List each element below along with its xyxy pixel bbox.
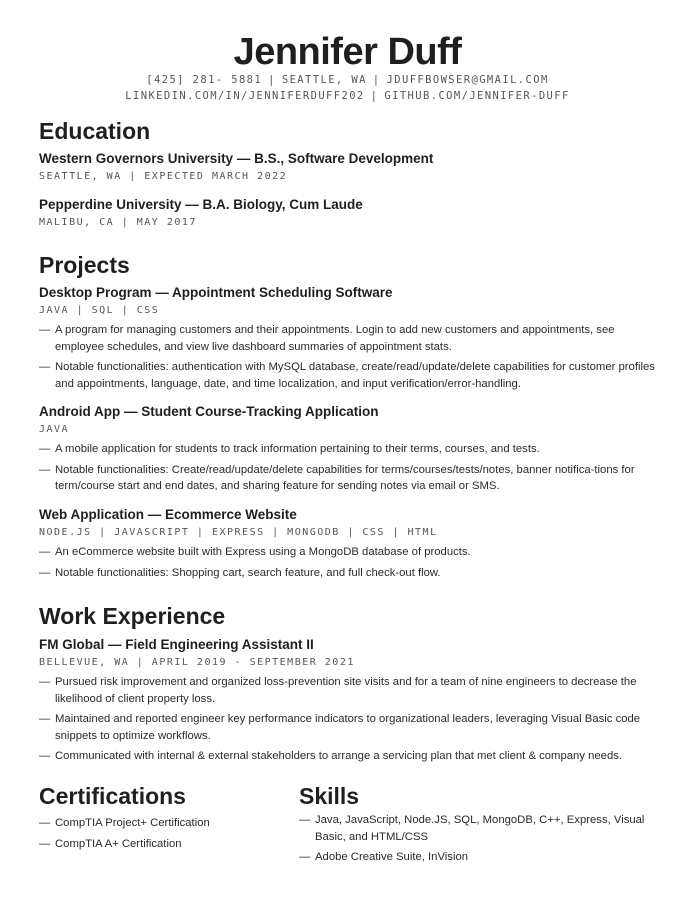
email-link[interactable]: JDUFFBOWSER@GMAIL.COM [387, 74, 549, 86]
education-entry-title: Pepperdine University — B.A. Biology, Cu… [39, 197, 363, 212]
project-bullets: — An eCommerce website built with Express… [39, 544, 659, 585]
job-title: FM Global — Field Engineering Assistant … [39, 637, 314, 652]
list-item: — An eCommerce website built with Express… [39, 546, 471, 558]
education-heading: Education [39, 118, 151, 144]
projects-heading: Projects [39, 252, 130, 278]
resume-page: Jennifer Duff [425] 281- 5881 | SEATTLE, W… [0, 0, 695, 901]
project-tech-stack: NODE.JS | JAVASCRIPT | EXPRESS | MONGODB… [39, 527, 438, 538]
work-experience-heading: Work Experience [39, 603, 226, 629]
certifications-list: — CompTIA Project+ Certification — CompTIA… [39, 815, 279, 856]
phone-number: [425] 281- 5881 [146, 74, 263, 86]
list-item: — A program for managing customers and th… [39, 324, 615, 353]
list-item: — Communicated with internal & external s… [39, 750, 623, 762]
education-entry-meta: SEATTLE, WA | EXPECTED MARCH 2022 [39, 171, 288, 182]
linkedin-link[interactable]: LINKEDIN.COM/IN/JENNIFERDUFF202 [125, 90, 364, 102]
github-link[interactable]: GITHUB.COM/JENNIFER-DUFF [384, 90, 569, 102]
job-bullets: — Pursued risk improvement and organized … [39, 674, 659, 769]
project-title: Desktop Program — Appointment Scheduling… [39, 285, 393, 300]
certifications-heading: Certifications [39, 783, 186, 809]
list-item: — A mobile application for students to tr… [39, 443, 540, 455]
list-item: — Adobe Creative Suite, InVision [299, 851, 469, 863]
project-bullets: — A program for managing customers and th… [39, 322, 659, 396]
list-item: — CompTIA A+ Certification [39, 837, 182, 850]
list-item: — Maintained and reported engineer key pe… [39, 713, 641, 742]
project-tech-stack: JAVA [39, 424, 70, 435]
list-item: — CompTIA Project+ Certification [39, 817, 210, 829]
list-item: — Notable functionalities: Create/read/up… [39, 463, 635, 493]
contact-line-2: LINKEDIN.COM/IN/JENNIFERDUFF202 | GITHUB.C… [125, 90, 570, 102]
contact-line-1: [425] 281- 5881 | SEATTLE, WA | JDUFFBOWSER@… [146, 74, 549, 86]
project-title: Web Application — Ecommerce Website [39, 507, 297, 522]
list-item: — Java, JavaScript, Node.JS, SQL, MongoDB… [299, 814, 645, 843]
list-item: — Pursued risk improvement and organized … [39, 676, 637, 705]
education-entry-title: Western Governors University — B.S., Sof… [39, 151, 434, 166]
list-item: — Notable functionalities: authentication… [39, 361, 655, 390]
candidate-name: Jennifer Duff [233, 31, 462, 73]
skills-list: — Java, JavaScript, Node.JS, SQL, MongoDB… [299, 812, 659, 870]
education-entry-meta: MALIBU, CA | MAY 2017 [39, 217, 197, 228]
job-meta: BELLEVUE, WA | APRIL 2019 - SEPTEMBER 20… [39, 657, 355, 668]
project-title: Android App — Student Course-Tracking Ap… [39, 404, 379, 419]
skills-heading: Skills [299, 783, 360, 809]
location: SEATTLE, WA [281, 74, 367, 86]
project-tech-stack: JAVA | SQL | CSS [39, 305, 160, 316]
list-item: — Notable functionalities: Shopping cart,… [39, 566, 441, 579]
project-bullets: — A mobile application for students to tr… [39, 441, 659, 499]
